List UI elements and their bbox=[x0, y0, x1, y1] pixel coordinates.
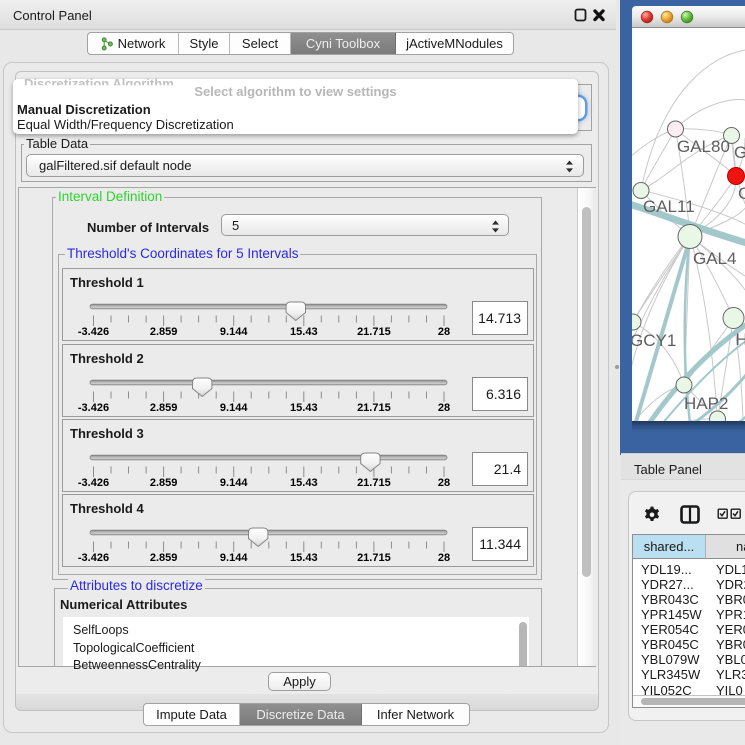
svg-text:21.715: 21.715 bbox=[357, 477, 391, 489]
svg-text:-3.426: -3.426 bbox=[78, 326, 109, 338]
svg-text:15.43: 15.43 bbox=[290, 326, 318, 338]
svg-text:9.144: 9.144 bbox=[220, 552, 248, 564]
svg-text:GCY1: GCY1 bbox=[632, 331, 676, 350]
svg-text:28: 28 bbox=[438, 477, 450, 489]
svg-text:-3.426: -3.426 bbox=[78, 477, 109, 489]
svg-text:15.43: 15.43 bbox=[290, 552, 318, 564]
svg-text:21.715: 21.715 bbox=[357, 552, 391, 564]
svg-text:C: C bbox=[738, 184, 745, 203]
svg-text:2.859: 2.859 bbox=[150, 402, 178, 414]
svg-text:GA: GA bbox=[734, 143, 745, 162]
svg-text:HAP2: HAP2 bbox=[684, 394, 728, 413]
svg-text:28: 28 bbox=[438, 552, 450, 564]
svg-text:28: 28 bbox=[438, 402, 450, 414]
svg-text:H: H bbox=[736, 330, 745, 349]
svg-text:21.715: 21.715 bbox=[357, 402, 391, 414]
svg-text:-3.426: -3.426 bbox=[78, 552, 109, 564]
svg-text:28: 28 bbox=[438, 326, 450, 338]
svg-text:15.43: 15.43 bbox=[290, 402, 318, 414]
svg-text:9.144: 9.144 bbox=[220, 326, 248, 338]
svg-text:-3.426: -3.426 bbox=[78, 402, 109, 414]
svg-text:GAL11: GAL11 bbox=[643, 197, 695, 216]
svg-text:9.144: 9.144 bbox=[220, 477, 248, 489]
svg-text:2.859: 2.859 bbox=[150, 552, 178, 564]
svg-text:2.859: 2.859 bbox=[150, 326, 178, 338]
svg-text:21.715: 21.715 bbox=[357, 326, 391, 338]
svg-text:GAL4: GAL4 bbox=[693, 249, 736, 268]
svg-text:15.43: 15.43 bbox=[290, 477, 318, 489]
svg-text:GAL80: GAL80 bbox=[677, 137, 730, 156]
svg-text:9.144: 9.144 bbox=[220, 402, 248, 414]
svg-text:2.859: 2.859 bbox=[150, 477, 178, 489]
